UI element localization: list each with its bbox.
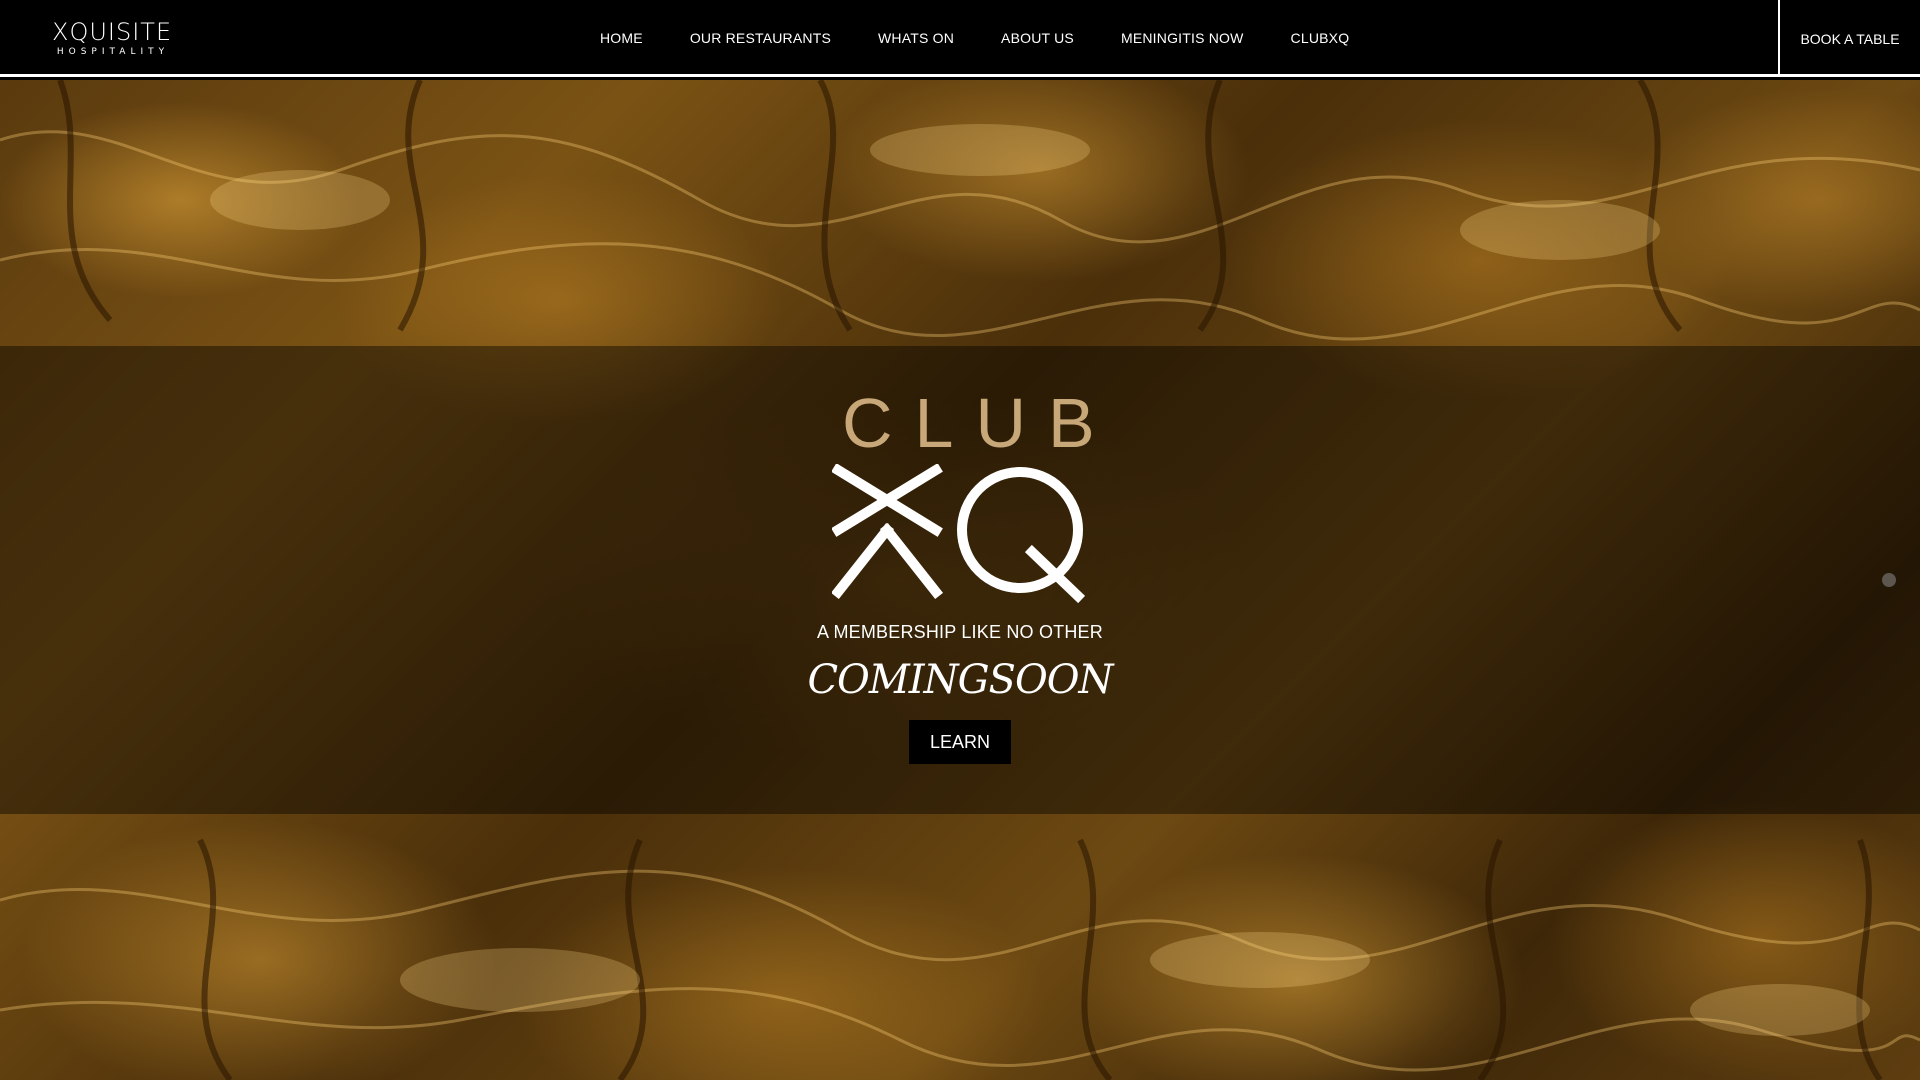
logo-wordmark: XQUISITE <box>52 18 173 46</box>
nav-item-meningitis-now[interactable]: MENINGITIS NOW <box>1121 0 1244 77</box>
nav-item-home[interactable]: HOME <box>600 0 643 77</box>
nav-item-clubxq[interactable]: CLUBXQ <box>1291 0 1350 77</box>
nav-item-about-us[interactable]: ABOUT US <box>1001 0 1074 77</box>
main-nav: HOME OUR RESTAURANTS WHATS ON ABOUT US M… <box>600 0 1396 77</box>
learn-button[interactable]: LEARN <box>909 720 1011 764</box>
xq-logo-mark-icon <box>832 464 1086 604</box>
coming-soon-heading: COMINGSOON <box>807 657 1113 703</box>
membership-tagline: A MEMBERSHIP LIKE NO OTHER <box>817 622 1103 642</box>
clubxq-logo: CLUB <box>820 384 1117 604</box>
slide-indicator-dot[interactable] <box>1882 573 1896 587</box>
book-a-table-button[interactable]: BOOK A TABLE <box>1800 31 1899 47</box>
site-header: XQUISITE HOSPITALITY HOME OUR RESTAURANT… <box>0 0 1920 77</box>
club-wordmark: CLUB <box>842 384 1117 462</box>
nav-item-whats-on[interactable]: WHATS ON <box>878 0 954 77</box>
logo-subtitle: HOSPITALITY <box>56 47 170 57</box>
xquisite-logo[interactable]: XQUISITE HOSPITALITY <box>52 18 173 58</box>
nav-item-our-restaurants[interactable]: OUR RESTAURANTS <box>690 0 831 77</box>
book-table-container: BOOK A TABLE <box>1778 0 1920 77</box>
